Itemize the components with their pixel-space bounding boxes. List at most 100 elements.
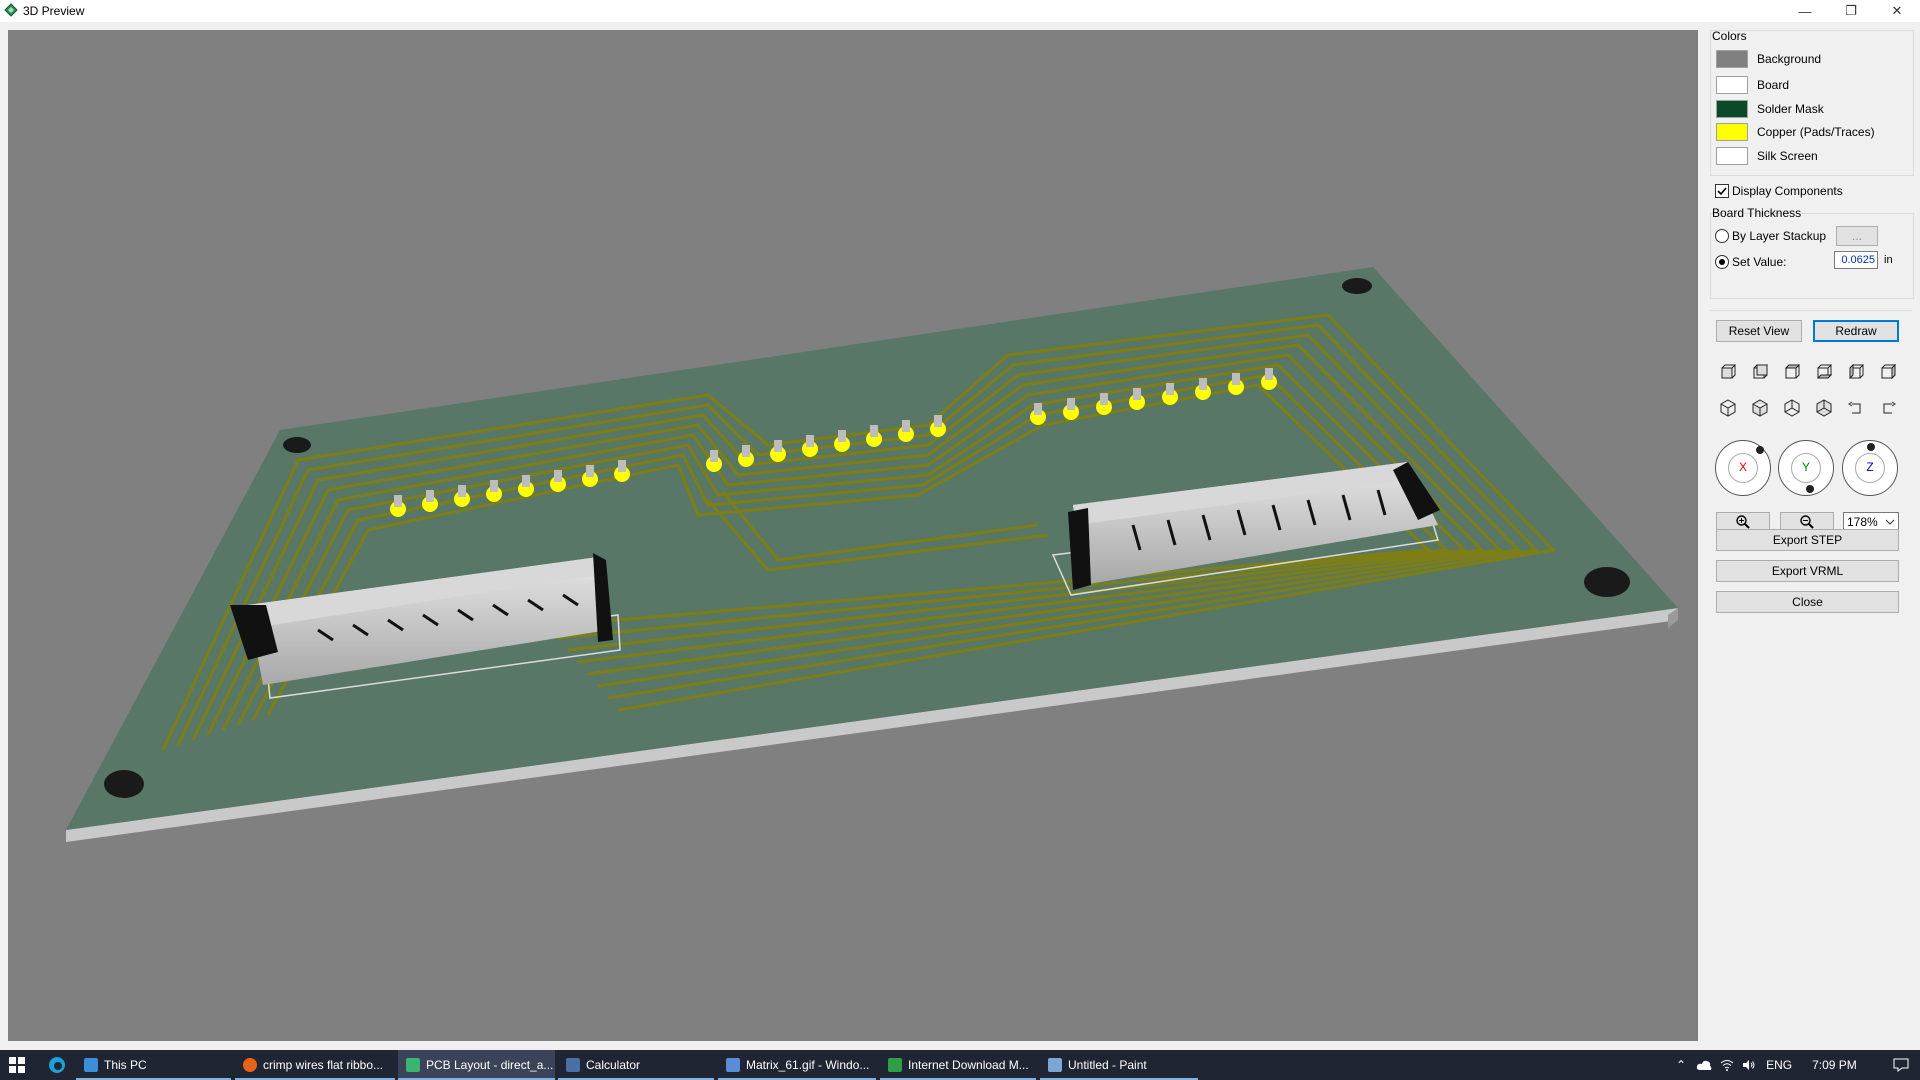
taskbar-item-label: Matrix_61.gif - Windo...: [746, 1058, 870, 1072]
color-swatch[interactable]: [1716, 50, 1748, 68]
start-button[interactable]: [0, 1050, 34, 1080]
x-axis-label: X: [1738, 460, 1747, 474]
iso-view-2-icon[interactable]: [1750, 398, 1770, 418]
color-swatch[interactable]: [1716, 100, 1748, 118]
color-board[interactable]: Board: [1716, 76, 1789, 94]
set-value-radio[interactable]: Set Value:: [1715, 255, 1786, 269]
taskbar: This PC crimp wires flat ribbo... PCB La…: [0, 1050, 1920, 1080]
view-bottom-icon[interactable]: [1814, 362, 1834, 382]
rotate-y-dial[interactable]: Y: [1778, 440, 1834, 496]
firefox-icon: [243, 1058, 257, 1072]
rotate-z-dial[interactable]: Z: [1842, 440, 1898, 496]
3d-viewport[interactable]: [8, 30, 1698, 1041]
taskbar-item-label: crimp wires flat ribbo...: [263, 1058, 384, 1072]
close-label: Close: [1792, 595, 1823, 609]
taskbar-item-this-pc[interactable]: This PC: [76, 1050, 231, 1080]
taskbar-item-label: Internet Download M...: [908, 1058, 1029, 1072]
display-components-label: Display Components: [1732, 184, 1843, 198]
computer-icon: [84, 1058, 98, 1072]
download-manager-icon: [888, 1058, 902, 1072]
wifi-icon[interactable]: [1720, 1059, 1734, 1071]
color-swatch[interactable]: [1716, 147, 1748, 165]
color-background[interactable]: Background: [1716, 50, 1821, 68]
volume-icon[interactable]: [1742, 1059, 1756, 1071]
taskbar-item-label: This PC: [104, 1058, 147, 1072]
thickness-unit: in: [1884, 254, 1893, 266]
notifications-icon[interactable]: [1893, 1058, 1909, 1072]
image-viewer-icon: [726, 1058, 740, 1072]
chevron-up-icon[interactable]: ⌃: [1676, 1058, 1686, 1072]
color-silk-screen[interactable]: Silk Screen: [1716, 147, 1818, 165]
rotate-left-icon[interactable]: [1846, 398, 1866, 418]
by-layer-stackup-radio[interactable]: By Layer Stackup: [1715, 229, 1826, 243]
iso-view-1-icon[interactable]: [1718, 398, 1738, 418]
export-vrml-label: Export VRML: [1771, 564, 1844, 578]
taskbar-item-label: Untitled - Paint: [1068, 1058, 1147, 1072]
radio-circle[interactable]: [1715, 255, 1729, 269]
taskbar-item-firefox[interactable]: crimp wires flat ribbo...: [235, 1050, 395, 1080]
view-right-icon[interactable]: [1878, 362, 1898, 382]
mount-hole: [1342, 278, 1372, 294]
export-step-button[interactable]: Export STEP: [1716, 529, 1899, 551]
color-swatch[interactable]: [1716, 123, 1748, 141]
edge-browser-icon: [49, 1057, 65, 1073]
dial-knob[interactable]: [1756, 446, 1764, 454]
thickness-value: 0.0625: [1841, 254, 1875, 266]
window-title: 3D Preview: [23, 4, 85, 18]
zoom-level-value: 178%: [1847, 515, 1878, 529]
taskbar-item-idm[interactable]: Internet Download M...: [880, 1050, 1036, 1080]
taskbar-item-label: Calculator: [586, 1058, 641, 1072]
taskbar-item-paint[interactable]: Untitled - Paint: [1040, 1050, 1198, 1080]
color-solder-mask[interactable]: Solder Mask: [1716, 100, 1824, 118]
redraw-button[interactable]: Redraw: [1813, 320, 1899, 342]
color-copper[interactable]: Copper (Pads/Traces): [1716, 123, 1875, 141]
calculator-icon: [566, 1058, 580, 1072]
color-label: Solder Mask: [1757, 102, 1824, 116]
mount-hole: [104, 770, 144, 798]
pcb-3d-render: [66, 267, 1678, 842]
taskbar-item-label: PCB Layout - direct_a...: [426, 1058, 554, 1072]
view-front-icon[interactable]: [1718, 362, 1738, 382]
edge-button[interactable]: [42, 1050, 72, 1080]
thickness-value-input[interactable]: 0.0625: [1834, 251, 1878, 269]
restore-button[interactable]: ❐: [1828, 0, 1874, 22]
rotate-right-icon[interactable]: [1878, 398, 1898, 418]
close-button[interactable]: Close: [1716, 591, 1899, 613]
color-swatch[interactable]: [1716, 76, 1748, 94]
language-indicator[interactable]: ENG: [1766, 1058, 1792, 1072]
zoom-in-icon: [1736, 515, 1750, 529]
ellipsis-label: ...: [1851, 229, 1862, 243]
taskbar-item-pcb-layout[interactable]: PCB Layout - direct_a...: [398, 1050, 555, 1080]
dial-knob[interactable]: [1867, 443, 1875, 451]
minimize-icon: —: [1798, 3, 1812, 19]
view-top-icon[interactable]: [1782, 362, 1802, 382]
minimize-button[interactable]: —: [1782, 0, 1828, 22]
layer-stackup-browse-button[interactable]: ...: [1836, 226, 1878, 246]
dial-knob[interactable]: [1806, 485, 1814, 493]
set-value-label: Set Value:: [1732, 255, 1787, 269]
color-label: Copper (Pads/Traces): [1757, 125, 1875, 139]
checkbox-box[interactable]: [1715, 184, 1729, 198]
reset-view-button[interactable]: Reset View: [1716, 320, 1802, 342]
iso-view-4-icon[interactable]: [1814, 398, 1834, 418]
view-left-icon[interactable]: [1846, 362, 1866, 382]
onedrive-cloud-icon[interactable]: [1696, 1059, 1712, 1071]
rotate-x-dial[interactable]: X: [1715, 440, 1771, 496]
windows-logo-icon: [9, 1057, 25, 1073]
export-step-label: Export STEP: [1772, 533, 1843, 547]
taskbar-item-photos[interactable]: Matrix_61.gif - Windo...: [718, 1050, 876, 1080]
iso-view-3-icon[interactable]: [1782, 398, 1802, 418]
mount-hole: [283, 437, 311, 453]
zoom-out-icon: [1800, 515, 1814, 529]
taskbar-item-calculator[interactable]: Calculator: [558, 1050, 714, 1080]
close-icon: ✕: [1891, 3, 1903, 18]
system-tray: ⌃ ENG 7:09 PM: [1676, 1050, 1909, 1080]
export-vrml-button[interactable]: Export VRML: [1716, 560, 1899, 582]
pcb-app-icon: [406, 1058, 420, 1072]
clock-time[interactable]: 7:09 PM: [1812, 1058, 1857, 1072]
settings-panel: Colors Background Board Solder Mask Copp…: [1706, 22, 1920, 1046]
close-window-button[interactable]: ✕: [1874, 0, 1920, 22]
radio-circle[interactable]: [1715, 229, 1729, 243]
display-components-checkbox[interactable]: Display Components: [1715, 184, 1843, 198]
view-back-icon[interactable]: [1750, 362, 1770, 382]
